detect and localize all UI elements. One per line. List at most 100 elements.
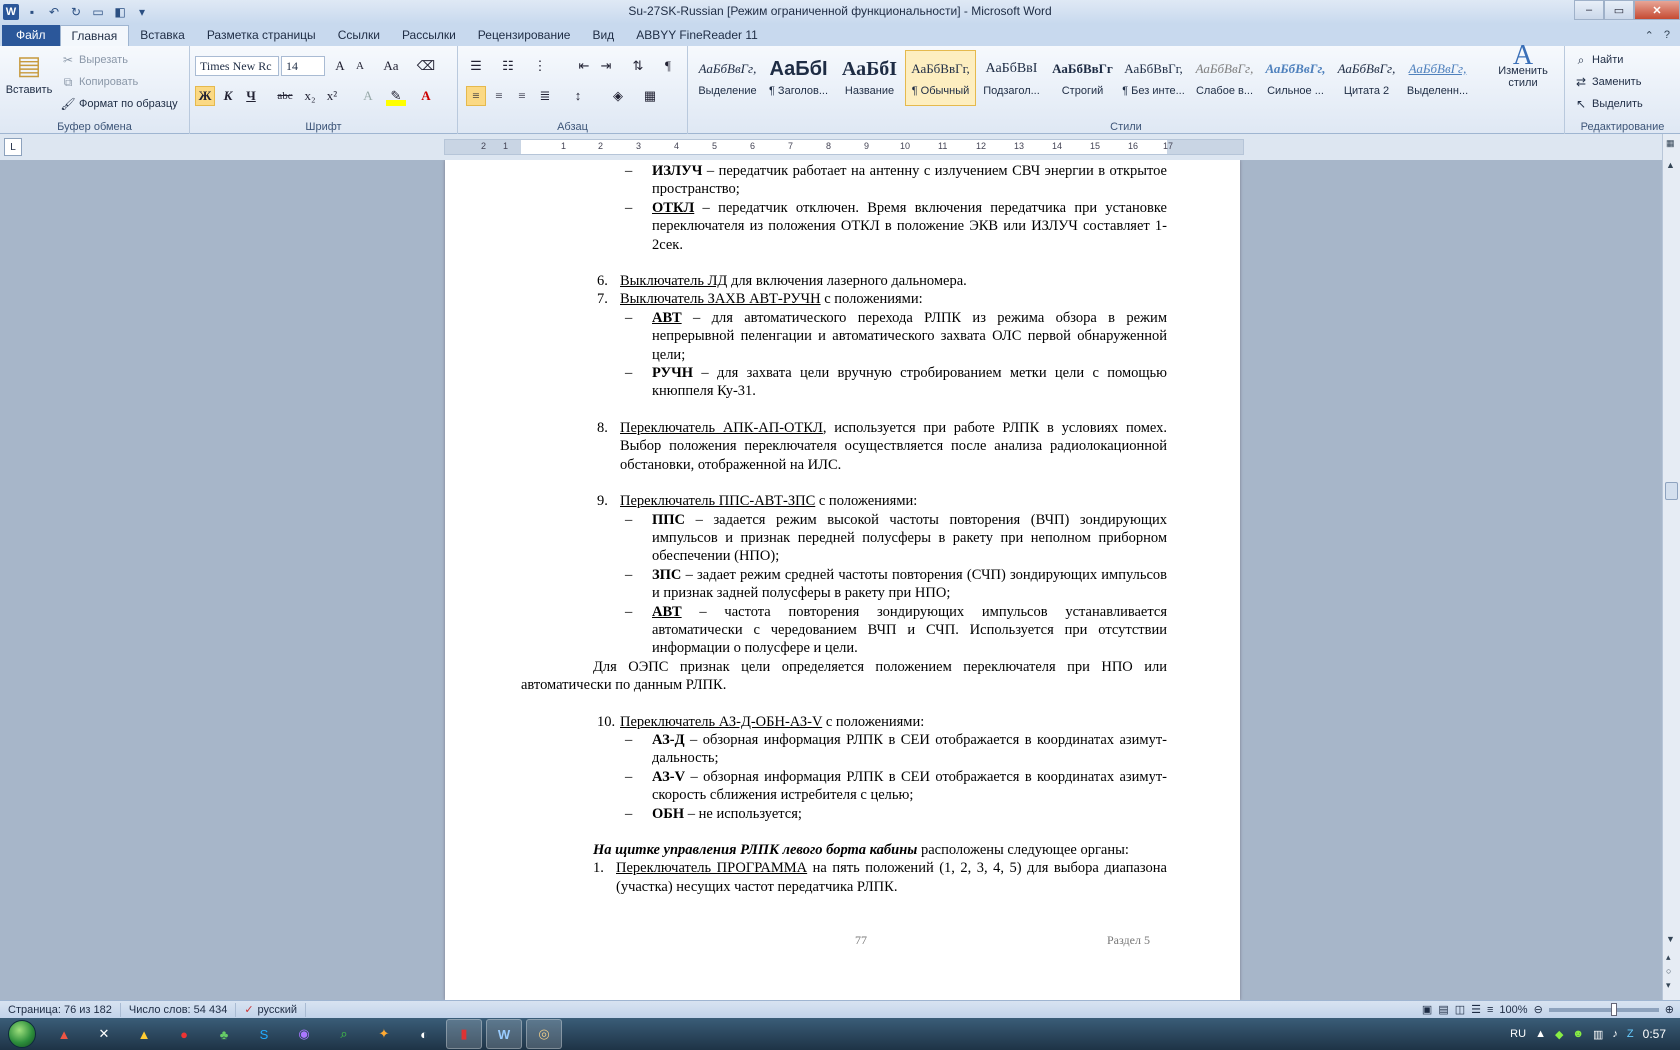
sort-icon[interactable]: ⇅: [628, 56, 648, 76]
draft-icon[interactable]: ≡: [1487, 1004, 1493, 1016]
open-icon[interactable]: ▭: [89, 3, 107, 21]
style-normal[interactable]: АаБбВвГг, ¶ Обычный: [905, 50, 976, 106]
style-no-spacing[interactable]: АаБбВвГг, ¶ Без инте...: [1118, 50, 1189, 106]
zoom-level[interactable]: 100%: [1499, 1004, 1527, 1016]
tab-references[interactable]: Ссылки: [327, 25, 391, 46]
outline-icon[interactable]: ☰: [1471, 1003, 1481, 1016]
tab-page-layout[interactable]: Разметка страницы: [196, 25, 327, 46]
save-icon[interactable]: ▪: [23, 3, 41, 21]
superscript-button[interactable]: x²: [322, 86, 342, 106]
cut-button[interactable]: ✂ Вырезать: [60, 52, 128, 68]
tab-home[interactable]: Главная: [59, 25, 130, 46]
undo-icon[interactable]: ↶: [45, 3, 63, 21]
clear-format-icon[interactable]: ⌫: [416, 56, 436, 76]
tab-insert[interactable]: Вставка: [129, 25, 196, 46]
zoom-out-icon[interactable]: ⊖: [1534, 1003, 1543, 1016]
select-button[interactable]: ↖ Выделить: [1573, 96, 1643, 112]
zoom-in-icon[interactable]: ⊕: [1665, 1003, 1674, 1016]
copy-button[interactable]: ⧉ Копировать: [60, 74, 139, 90]
align-left-icon[interactable]: ≡: [466, 86, 486, 106]
style-subtle-emphasis[interactable]: АаБбВвГг, Слабое в...: [1189, 50, 1260, 106]
tray-app-icon[interactable]: ◆: [1555, 1028, 1563, 1041]
bold-button[interactable]: Ж: [195, 86, 215, 106]
customize-qat-icon[interactable]: ▾: [133, 3, 151, 21]
scroll-down-icon[interactable]: ▼: [1666, 934, 1675, 944]
close-button[interactable]: ✕: [1634, 0, 1680, 20]
align-center-icon[interactable]: ≡: [489, 86, 509, 106]
taskbar-app-icon[interactable]: ◎: [526, 1019, 562, 1049]
print-layout-icon[interactable]: ▣: [1422, 1003, 1432, 1016]
change-styles-button[interactable]: A Изменить стили: [1492, 42, 1554, 90]
style-heading[interactable]: АаБбІ ¶ Заголов...: [763, 50, 834, 106]
tab-abbyy[interactable]: ABBYY FineReader 11: [625, 25, 769, 46]
start-button[interactable]: [0, 1018, 44, 1050]
font-name-combo[interactable]: Times New Rc: [195, 56, 279, 76]
vertical-scrollbar[interactable]: ▦ ▲ ▼ ▴ ○ ▾: [1662, 134, 1680, 1000]
taskbar-app-icon[interactable]: ◐: [406, 1019, 442, 1049]
shrink-font-icon[interactable]: A: [350, 56, 370, 76]
taskbar-app-icon[interactable]: ⌕: [326, 1019, 362, 1049]
tab-view[interactable]: Вид: [581, 25, 625, 46]
browse-object-icon[interactable]: ○: [1666, 966, 1671, 976]
style-emphasis[interactable]: АаБбВвГг, Выделение: [692, 50, 763, 106]
horizontal-ruler[interactable]: 2 1 1 2 3 4 5 6 7 8 9 10 11 12 13 14 15 16 17: [444, 139, 1244, 155]
change-case-button[interactable]: Aa: [378, 56, 404, 76]
increase-indent-icon[interactable]: ⇥: [596, 56, 616, 76]
borders-icon[interactable]: ▦: [640, 86, 660, 106]
taskbar-app-icon[interactable]: ✕: [86, 1019, 122, 1049]
style-quote-2[interactable]: АаБбВвГг, Цитата 2: [1331, 50, 1402, 106]
volume-icon[interactable]: ♪: [1612, 1028, 1618, 1040]
tab-selector-icon[interactable]: L: [4, 138, 22, 156]
full-screen-reading-icon[interactable]: ▤: [1438, 1003, 1448, 1016]
find-button[interactable]: ⌕ Найти: [1573, 52, 1624, 68]
justify-icon[interactable]: ≣: [535, 86, 555, 106]
text-effects-icon[interactable]: A: [358, 86, 378, 106]
font-color-icon[interactable]: A: [416, 86, 436, 106]
paste-button[interactable]: ▤ Вставить: [6, 50, 53, 96]
style-intense-emphasis[interactable]: АаБбВвГг, Сильное ...: [1260, 50, 1331, 106]
taskbar-app-icon[interactable]: ✦: [366, 1019, 402, 1049]
scroll-up-icon[interactable]: ▲: [1666, 160, 1675, 170]
taskbar-app-icon[interactable]: ▲: [126, 1019, 162, 1049]
tab-review[interactable]: Рецензирование: [467, 25, 582, 46]
underline-button[interactable]: Ч: [241, 86, 261, 106]
maximize-button[interactable]: ▭: [1604, 0, 1634, 20]
minimize-button[interactable]: –: [1574, 0, 1604, 20]
line-spacing-icon[interactable]: ↕: [568, 86, 588, 106]
taskbar-app-icon[interactable]: ▲: [46, 1019, 82, 1049]
numbering-icon[interactable]: ☷: [498, 56, 518, 76]
word-count[interactable]: Число слов: 54 434: [121, 1002, 237, 1017]
show-hidden-icons-icon[interactable]: ▲: [1535, 1028, 1546, 1040]
opera-icon[interactable]: ●: [166, 1019, 202, 1049]
minimize-ribbon-icon[interactable]: ⌃: [1645, 29, 1654, 42]
skype-icon[interactable]: S: [246, 1019, 282, 1049]
bullets-icon[interactable]: ☰: [466, 56, 486, 76]
language-indicator[interactable]: ✓ русский: [236, 1002, 307, 1017]
word-taskbar-icon[interactable]: W: [486, 1019, 522, 1049]
tray-app-icon[interactable]: Z: [1627, 1028, 1634, 1040]
style-intense-reference[interactable]: АаБбВвГг, Выделенн...: [1402, 50, 1473, 106]
taskbar-app-icon[interactable]: ♣: [206, 1019, 242, 1049]
clock[interactable]: 0:57: [1643, 1027, 1666, 1041]
font-size-combo[interactable]: 14: [281, 56, 325, 76]
subscript-button[interactable]: x₂: [300, 86, 320, 106]
shading-icon[interactable]: ◈: [608, 86, 628, 106]
style-title[interactable]: АаБбІ Название: [834, 50, 905, 106]
document-page[interactable]: – ИЗЛУЧ – передатчик работает на антенну …: [445, 160, 1240, 1000]
network-icon[interactable]: ▥: [1593, 1028, 1603, 1041]
format-painter-button[interactable]: 🖌 Формат по образцу: [60, 96, 177, 112]
prev-page-icon[interactable]: ▴: [1666, 952, 1671, 963]
tab-mailings[interactable]: Рассылки: [391, 25, 467, 46]
help-icon[interactable]: ?: [1664, 29, 1670, 42]
taskbar-app-icon[interactable]: ▮: [446, 1019, 482, 1049]
scroll-thumb[interactable]: [1665, 482, 1678, 500]
strikethrough-button[interactable]: abc: [272, 86, 298, 106]
replace-button[interactable]: ⇄ Заменить: [1573, 74, 1641, 90]
style-subtitle[interactable]: АаБбВвІ Подзагол...: [976, 50, 1047, 106]
style-strong[interactable]: АаБбВвГг Строгий: [1047, 50, 1118, 106]
ruler-toggle-icon[interactable]: ▦: [1666, 138, 1675, 149]
grow-font-icon[interactable]: A: [330, 56, 350, 76]
multilevel-icon[interactable]: ⋮: [530, 56, 550, 76]
tray-app-icon[interactable]: ☻: [1572, 1028, 1584, 1040]
page-counter[interactable]: Страница: 76 из 182: [0, 1002, 121, 1017]
